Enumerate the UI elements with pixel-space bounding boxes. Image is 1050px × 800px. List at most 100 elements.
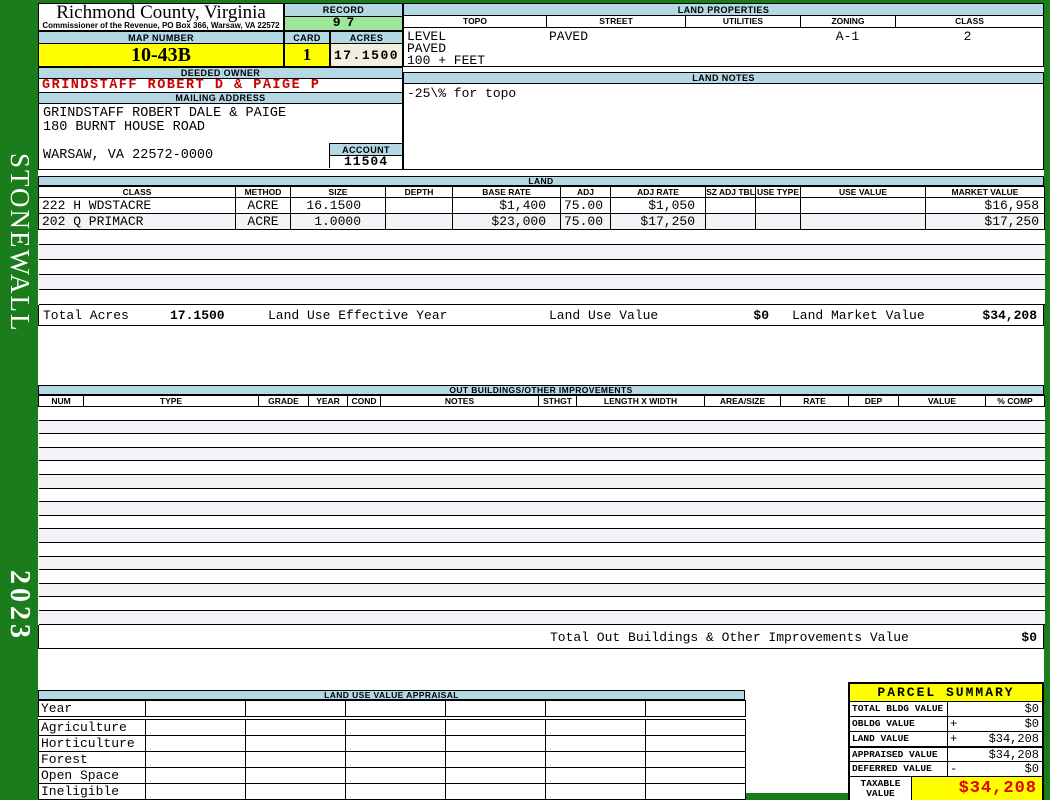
land-use-appraisal-title: LAND USE VALUE APPRAISAL <box>38 690 745 700</box>
appraisal-row: Horticulture <box>38 735 746 752</box>
cell-use-type <box>755 197 801 214</box>
col-base-rate: BASE RATE <box>452 186 561 198</box>
operator: + <box>950 732 958 746</box>
card-value: 1 <box>284 44 330 67</box>
land-notes-title: LAND NOTES <box>404 73 1043 84</box>
appraisal-row: Open Space <box>38 767 746 784</box>
col-length-width: LENGTH X WIDTH <box>576 395 705 407</box>
col-method: METHOD <box>235 186 291 198</box>
empty-row <box>38 473 1045 489</box>
appraisal-cell <box>345 719 446 736</box>
cell-size: 16.1500 <box>290 197 386 214</box>
out-buildings-table: NUM TYPE GRADE YEAR COND NOTES STHGT LEN… <box>38 395 1045 625</box>
county-title: Richmond County, Virginia <box>56 3 266 23</box>
appraisal-cell <box>245 783 346 800</box>
district-sidebar-label: STONEWALL <box>5 153 35 333</box>
appraisal-cell <box>145 719 246 736</box>
cell-use-type <box>755 213 801 230</box>
account-value: 11504 <box>343 154 388 169</box>
appraisal-cell <box>545 783 646 800</box>
property-record-card: STONEWALL 2023 Richmond County, Virginia… <box>0 0 1050 800</box>
operator: + <box>950 717 958 731</box>
appraisal-row: Forest <box>38 751 746 768</box>
appraisal-cell <box>345 783 446 800</box>
appraisal-cell <box>145 735 246 752</box>
empty-row <box>38 460 1045 475</box>
owner-section: DEEDED OWNER GRINDSTAFF ROBERT D & PAIGE… <box>38 67 403 170</box>
appraisal-cell <box>245 751 346 768</box>
appraisal-cell <box>645 700 746 717</box>
land-market-value: $34,208 <box>982 308 1037 323</box>
appraised-value: $34,208 <box>988 747 1039 762</box>
empty-row <box>38 259 1045 275</box>
appraisal-row-label: Year <box>38 700 146 717</box>
appraisal-row-label: Agriculture <box>38 719 146 736</box>
out-buildings-section: OUT BUILDINGS/OTHER IMPROVEMENTS NUM TYP… <box>38 385 1045 649</box>
map-number-value: 10-43B <box>38 44 284 67</box>
appraisal-row: Agriculture <box>38 719 746 736</box>
appraisal-cell <box>545 719 646 736</box>
land-value-label: LAND VALUE <box>850 732 948 746</box>
col-sz-adj-tbl: SZ ADJ TBL <box>705 186 756 198</box>
appraisal-cell <box>145 783 246 800</box>
col-rate: RATE <box>780 395 849 407</box>
account-box: ACCOUNT 11504 <box>329 143 402 168</box>
appraisal-cell <box>645 783 746 800</box>
topo-value-3: 100 + FEET <box>407 53 486 68</box>
appraisal-cell <box>145 751 246 768</box>
cell-size: 1.0000 <box>290 213 386 230</box>
out-buildings-totals-row: Total Out Buildings & Other Improvements… <box>38 624 1044 649</box>
empty-row <box>38 229 1045 245</box>
cell-base-rate: $23,000 <box>452 213 561 230</box>
out-buildings-header-row: NUM TYPE GRADE YEAR COND NOTES STHGT LEN… <box>38 395 1045 407</box>
land-use-value: $0 <box>753 308 769 323</box>
out-buildings-total-value: $0 <box>1021 629 1037 645</box>
appraisal-cell <box>545 735 646 752</box>
empty-row <box>38 274 1045 290</box>
street-value: PAVED <box>549 29 589 44</box>
empty-row <box>38 569 1045 584</box>
col-use-type: USE TYPE <box>755 186 801 198</box>
col-zoning: ZONING <box>801 16 896 27</box>
cell-sz-adj-tbl <box>705 197 756 214</box>
deferred-value-label: DEFERRED VALUE <box>850 762 948 776</box>
land-table: CLASS METHOD SIZE DEPTH BASE RATE ADJ AD… <box>38 186 1045 305</box>
appraisal-cell <box>645 767 746 784</box>
cell-method: ACRE <box>235 213 291 230</box>
col-utilities: UTILITIES <box>686 16 801 27</box>
land-properties-title: LAND PROPERTIES <box>404 4 1043 16</box>
cell-use-value <box>800 213 926 230</box>
record-box: RECORD 97 <box>284 3 403 31</box>
appraisal-cell <box>445 719 546 736</box>
appraisal-cell <box>345 767 446 784</box>
appraisal-cell <box>345 751 446 768</box>
taxable-value-label: TAXABLE VALUE <box>850 777 912 800</box>
appraisal-cell <box>445 767 546 784</box>
appraisal-cell <box>445 735 546 752</box>
cell-depth <box>385 197 453 214</box>
cell-adj-rate: $1,050 <box>610 197 706 214</box>
appraisal-cell <box>145 700 246 717</box>
appraisal-row-label: Forest <box>38 751 146 768</box>
card-label: CARD <box>284 31 330 44</box>
appraisal-cell <box>245 767 346 784</box>
appraisal-cell <box>645 735 746 752</box>
col-class: CLASS <box>38 186 236 198</box>
cell-base-rate: $1,400 <box>452 197 561 214</box>
appraisal-cell <box>545 751 646 768</box>
cell-sz-adj-tbl <box>705 213 756 230</box>
col-dep: DEP <box>848 395 899 407</box>
appraisal-cell <box>545 700 646 717</box>
appraisal-cell <box>145 767 246 784</box>
empty-row <box>38 555 1045 571</box>
empty-row <box>38 406 1045 421</box>
class-value: 2 <box>963 29 972 44</box>
parcel-summary-title: PARCEL SUMMARY <box>850 684 1042 702</box>
obldg-value-label: OBLDG VALUE <box>850 717 948 731</box>
cell-adj: 75.00 <box>560 213 611 230</box>
total-acres-value: 17.1500 <box>170 308 225 323</box>
appraisal-row-label: Ineligible <box>38 783 146 800</box>
appraisal-cell <box>645 719 746 736</box>
parcel-summary-row: LAND VALUE + $34,208 <box>850 732 1042 747</box>
address-line-1: GRINDSTAFF ROBERT DALE & PAIGE <box>43 106 287 121</box>
